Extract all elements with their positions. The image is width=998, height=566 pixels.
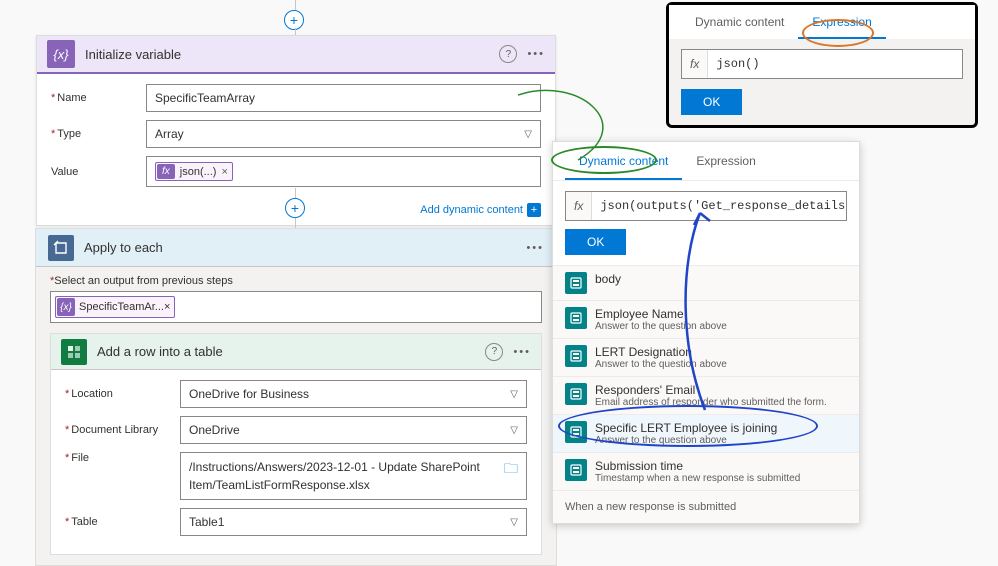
doclib-label: *Document Library [65, 424, 180, 436]
expression-text: json(outputs('Get_response_details')?['b… [592, 199, 846, 213]
remove-token-icon[interactable]: × [221, 166, 227, 178]
add-step-button[interactable]: + [285, 198, 305, 218]
item-subtitle: Timestamp when a new response is submitt… [595, 473, 800, 484]
tab-dynamic-content[interactable]: Dynamic content [681, 5, 798, 39]
loop-icon [48, 235, 74, 261]
item-subtitle: Answer to the question above [595, 359, 727, 370]
card-title: Apply to each [84, 240, 526, 255]
fx-icon: fx [682, 50, 708, 78]
variable-token[interactable]: {x} SpecificTeamAr... × [55, 296, 175, 318]
dynamic-content-item[interactable]: Specific LERT Employee is joiningAnswer … [553, 415, 859, 453]
excel-icon [61, 339, 87, 365]
type-label: *Type [51, 128, 146, 140]
forms-icon [565, 383, 587, 405]
ok-button[interactable]: OK [565, 229, 626, 255]
variable-icon: {x} [57, 298, 75, 316]
card-header[interactable]: Add a row into a table ? ••• [51, 334, 541, 370]
add-step-button[interactable]: + [284, 10, 304, 30]
forms-icon [565, 272, 587, 294]
item-title: Employee Name [595, 307, 727, 321]
apply-to-each-card: Apply to each ••• *Select an output from… [35, 228, 557, 566]
ok-button[interactable]: OK [681, 89, 742, 115]
chevron-down-icon: ▽ [510, 389, 518, 400]
output-input[interactable]: {x} SpecificTeamAr... × [50, 291, 542, 323]
token-text: json(...) [180, 166, 217, 178]
table-select[interactable]: Table1▽ [180, 508, 527, 536]
location-label: *Location [65, 388, 180, 400]
token-text: SpecificTeamAr... [79, 301, 164, 313]
variable-icon: {x} [47, 40, 75, 68]
type-select[interactable]: Array▽ [146, 120, 541, 148]
item-title: Specific LERT Employee is joining [595, 421, 777, 435]
expression-token[interactable]: fx json(...) × [155, 162, 233, 181]
help-icon[interactable]: ? [485, 343, 503, 361]
forms-icon [565, 459, 587, 481]
item-subtitle: Answer to the question above [595, 321, 727, 332]
output-label: *Select an output from previous steps [36, 267, 556, 289]
dynamic-content-item[interactable]: Responders' EmailEmail address of respon… [553, 377, 859, 415]
item-subtitle: Email address of responder who submitted… [595, 397, 827, 408]
item-title: LERT Designation [595, 345, 727, 359]
card-header[interactable]: {x} Initialize variable ? ••• [37, 36, 555, 74]
tab-expression[interactable]: Expression [682, 142, 769, 180]
chevron-down-icon: ▽ [510, 517, 518, 528]
tab-dynamic-content[interactable]: Dynamic content [565, 142, 682, 180]
expression-input[interactable]: fx json(outputs('Get_response_details')?… [565, 191, 847, 221]
file-label: *File [65, 452, 180, 464]
card-menu-icon[interactable]: ••• [513, 346, 531, 358]
card-title: Add a row into a table [97, 344, 485, 359]
expression-text: json() [708, 57, 962, 71]
file-picker[interactable]: /Instructions/Answers/2023-12-01 - Updat… [180, 452, 527, 500]
dynamic-content-item[interactable]: body [553, 266, 859, 301]
item-title: Responders' Email [595, 383, 827, 397]
card-title: Initialize variable [85, 47, 499, 62]
value-input[interactable]: fx json(...) × [146, 156, 541, 187]
group-header: When a new response is submitted [553, 491, 859, 523]
forms-icon [565, 307, 587, 329]
help-icon[interactable]: ? [499, 45, 517, 63]
item-title: Submission time [595, 459, 800, 473]
fx-icon: fx [566, 192, 592, 220]
folder-icon[interactable]: 🗀 [504, 458, 518, 482]
item-title: body [595, 272, 621, 286]
add-row-card: Add a row into a table ? ••• *Location O… [50, 333, 542, 555]
expression-input[interactable]: fx json() [681, 49, 963, 79]
dynamic-content-item[interactable]: LERT DesignationAnswer to the question a… [553, 339, 859, 377]
chevron-down-icon: ▽ [524, 129, 532, 140]
dynamic-content-item[interactable]: Employee NameAnswer to the question abov… [553, 301, 859, 339]
item-subtitle: Answer to the question above [595, 435, 777, 446]
doclib-select[interactable]: OneDrive▽ [180, 416, 527, 444]
location-select[interactable]: OneDrive for Business▽ [180, 380, 527, 408]
dynamic-content-popover: Dynamic content Expression fx json(outpu… [552, 141, 860, 524]
expression-popover: Dynamic content Expression fx json() OK [666, 2, 978, 128]
fx-icon: fx [157, 164, 175, 179]
dynamic-content-item[interactable]: Submission timeTimestamp when a new resp… [553, 453, 859, 491]
tab-expression[interactable]: Expression [798, 5, 885, 39]
remove-token-icon[interactable]: × [164, 301, 170, 313]
name-input[interactable]: SpecificTeamArray [146, 84, 541, 112]
name-label: *Name [51, 92, 146, 104]
card-menu-icon[interactable]: ••• [527, 48, 545, 60]
forms-icon [565, 421, 587, 443]
card-menu-icon[interactable]: ••• [526, 242, 544, 254]
chevron-down-icon: ▽ [510, 425, 518, 436]
forms-icon [565, 345, 587, 367]
value-label: Value [51, 166, 146, 178]
table-label: *Table [65, 516, 180, 528]
card-header[interactable]: Apply to each ••• [36, 229, 556, 267]
dynamic-content-list: bodyEmployee NameAnswer to the question … [553, 265, 859, 491]
plus-icon: + [527, 203, 541, 217]
